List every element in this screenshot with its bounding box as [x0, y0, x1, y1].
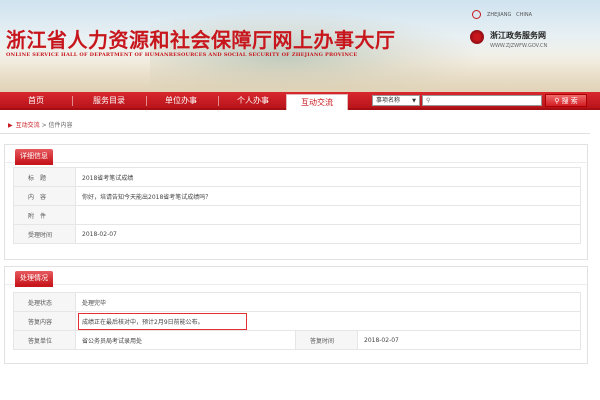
table-row: 内 容 你好，培请告知今天能出2018省考笔试成绩吗？	[13, 186, 581, 206]
gov-service-url[interactable]: WWW.ZJZWFW.GOV.CN	[490, 43, 547, 49]
china-label: CHINA	[516, 12, 533, 18]
detail-received-time-value: 2018-02-07	[75, 224, 581, 244]
table-row: 受理时间 2018-02-07	[13, 224, 581, 244]
gov-service-title[interactable]: 浙江政务服务网	[490, 30, 546, 41]
handling-unit-value: 省公务员局考试录用处	[75, 330, 296, 350]
search-category-select[interactable]: 事项名称 ▼	[372, 95, 420, 106]
table-row: 附 件	[13, 205, 581, 225]
site-subtitle: ONLINE SERVICE HALL OF DEPARTMENT OF HUM…	[6, 52, 358, 58]
nav-item-home[interactable]: 首页	[6, 92, 66, 110]
detail-attachment-label: 附 件	[13, 205, 76, 225]
zhejiang-emblem-icon	[472, 10, 481, 19]
detail-attachment-value	[75, 205, 581, 225]
table-row: 处理状态 处理完毕	[13, 292, 581, 312]
nav-item-interaction[interactable]: 互动交流	[286, 94, 348, 110]
search-button-label: 搜 索	[561, 97, 578, 105]
detail-panel-tab: 详细信息	[15, 149, 53, 165]
search-category-value: 事项名称	[376, 97, 401, 104]
detail-received-time-label: 受理时间	[13, 224, 76, 244]
table-row: 答复单位 省公务员局考试录用处 答复时间 2018-02-07	[13, 330, 581, 350]
zhejiang-china-label: ZHEJIANG CHINA	[472, 10, 532, 19]
partner-logos: ZHEJIANG CHINA 浙江政务服务网 WWW.ZJZWFW.GOV.CN	[462, 0, 600, 92]
detail-content-label: 内 容	[13, 186, 76, 206]
chevron-down-icon: ▼	[412, 98, 416, 104]
handling-reply-label: 答复内容	[13, 311, 76, 331]
zhejiang-label: ZHEJIANG	[487, 12, 512, 18]
nav-divider	[218, 96, 219, 106]
handling-status-label: 处理状态	[13, 292, 76, 312]
breadcrumb-separator: >	[41, 122, 47, 129]
detail-content-value: 你好，培请告知今天能出2018省考笔试成绩吗？	[75, 186, 581, 206]
handling-status-value: 处理完毕	[75, 292, 581, 312]
gov-service-logo-icon[interactable]	[470, 30, 484, 44]
handling-time-value: 2018-02-07	[357, 330, 581, 350]
breadcrumb-divider	[0, 133, 590, 134]
reply-highlight-box	[78, 313, 247, 330]
handling-panel-tab: 处理情况	[15, 271, 53, 287]
nav-item-personal-affairs[interactable]: 个人办事	[222, 92, 284, 110]
table-row: 标 题 2018省考笔试成绩	[13, 167, 581, 187]
handling-unit-label: 答复单位	[13, 330, 76, 350]
detail-title-value: 2018省考笔试成绩	[75, 167, 581, 187]
detail-panel: 详细信息 标 题 2018省考笔试成绩 内 容 你好，培请告知今天能出2018省…	[4, 144, 588, 260]
breadcrumb: ▶ 互动交流 > 信件内容	[8, 120, 73, 130]
handling-time-label: 答复时间	[295, 330, 358, 350]
breadcrumb-current: 信件内容	[48, 122, 73, 129]
detail-table: 标 题 2018省考笔试成绩 内 容 你好，培请告知今天能出2018省考笔试成绩…	[13, 167, 581, 244]
detail-title-label: 标 题	[13, 167, 76, 187]
site-title: 浙江省人力资源和社会保障厅网上办事大厅	[6, 28, 396, 52]
nav-item-service-catalog[interactable]: 服务目录	[78, 92, 140, 110]
detail-panel-header: 详细信息	[5, 145, 587, 165]
nav-divider	[72, 96, 73, 106]
handling-panel-header: 处理情况	[5, 267, 587, 287]
search-button[interactable]: ⚲ 搜 索	[545, 94, 587, 107]
search-input[interactable]: ⚲	[422, 95, 542, 106]
nav-divider	[146, 96, 147, 106]
header-banner: 浙江省人力资源和社会保障厅网上办事大厅 ONLINE SERVICE HALL …	[0, 0, 600, 92]
search-icon: ⚲	[426, 97, 431, 104]
nav-item-unit-affairs[interactable]: 单位办事	[150, 92, 212, 110]
search-button-icon: ⚲	[554, 97, 560, 105]
breadcrumb-link-interaction[interactable]: 互动交流	[16, 122, 40, 129]
breadcrumb-arrow-icon: ▶	[8, 122, 13, 129]
